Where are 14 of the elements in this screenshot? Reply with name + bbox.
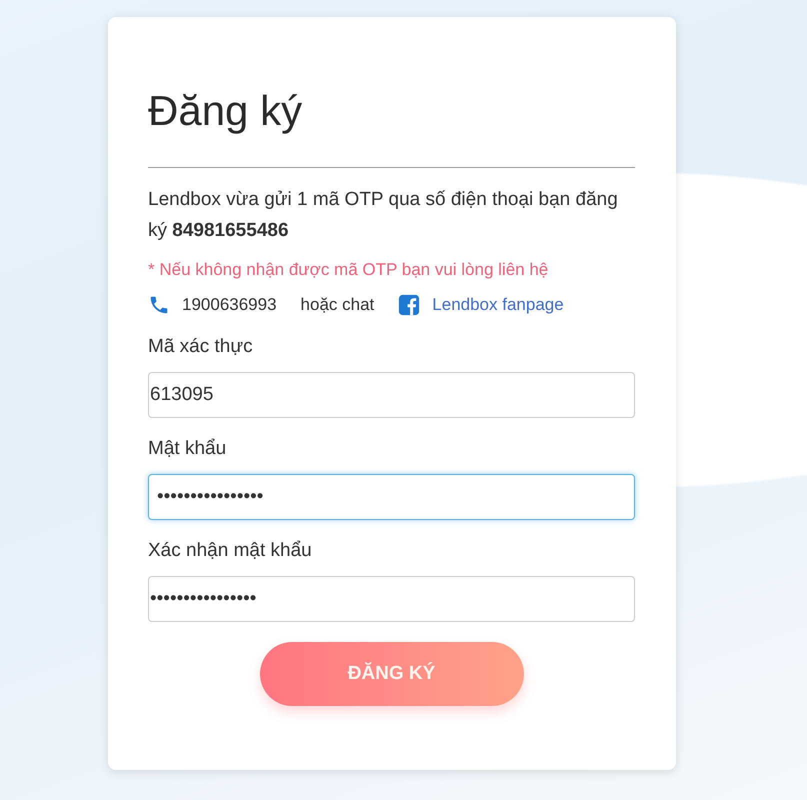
otp-message: Lendbox vừa gửi 1 mã OTP qua số điện thoại bạn đăng ký 84981655486 bbox=[148, 188, 619, 243]
facebook-icon bbox=[398, 294, 420, 316]
input-field[interactable]: •••••••••••••••• bbox=[148, 474, 635, 520]
field-label: Mã xác thực bbox=[148, 336, 254, 358]
fanpage-link[interactable]: Lendbox fanpage bbox=[432, 295, 564, 315]
notice-text: * Nếu không nhận được mã OTP bạn vui lòng liên hệ bbox=[148, 260, 550, 280]
field-label: Mật khẩu bbox=[148, 438, 228, 460]
field-label: Xác nhận mật khẩu bbox=[148, 540, 313, 562]
page-title: Đăng ký bbox=[148, 86, 304, 136]
phone-icon bbox=[148, 294, 170, 316]
input-field[interactable]: 613095 bbox=[148, 372, 635, 418]
input-field[interactable]: •••••••••••••••• bbox=[148, 576, 635, 622]
phone-number: 1900636993 bbox=[182, 295, 277, 315]
or-chat-text: hoặc chat bbox=[300, 295, 374, 315]
